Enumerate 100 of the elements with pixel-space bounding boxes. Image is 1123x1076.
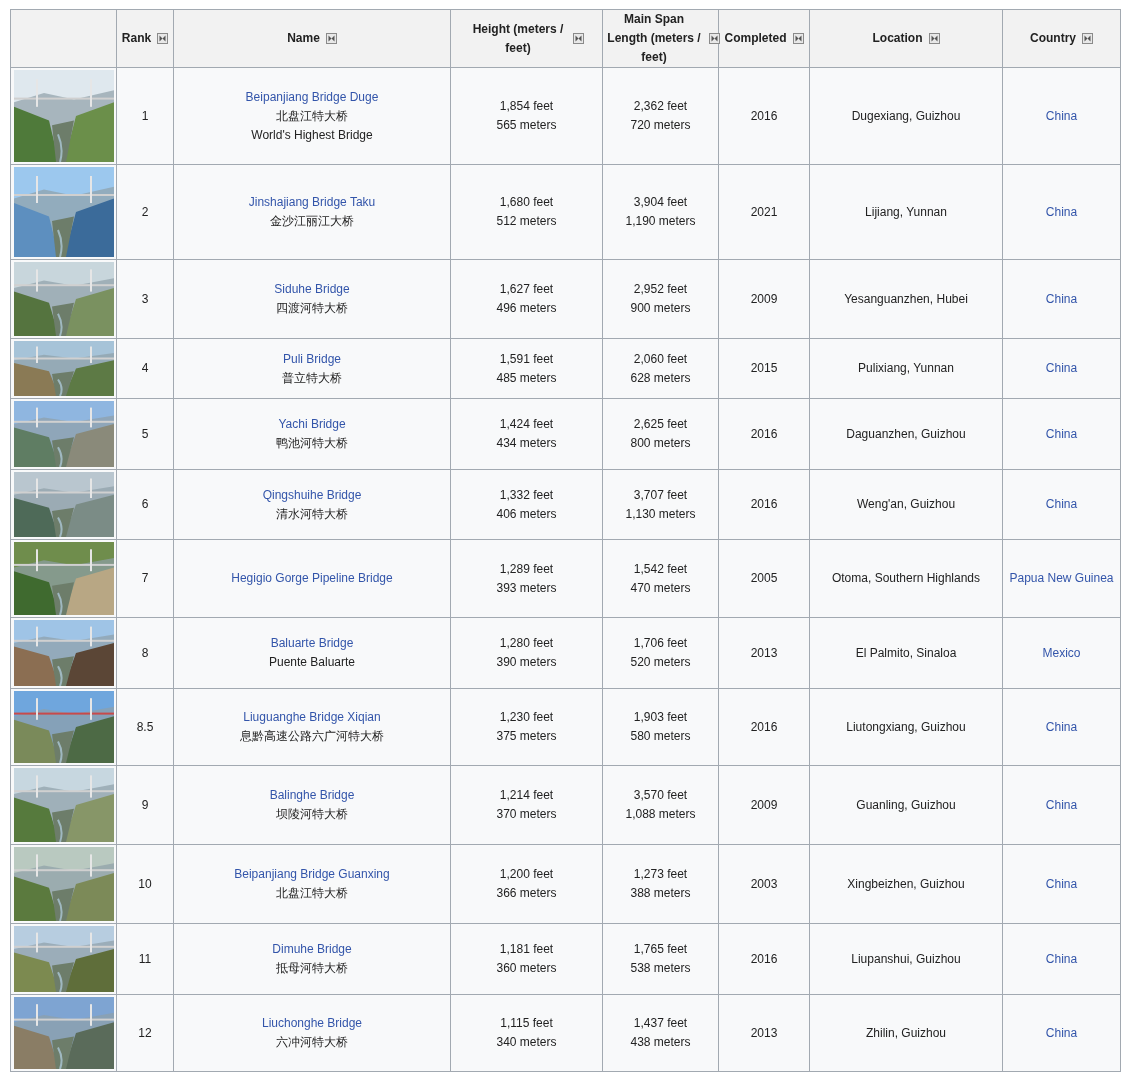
bridge-link[interactable]: Puli Bridge: [283, 349, 341, 369]
country-link[interactable]: China: [1045, 1023, 1078, 1043]
rank-text: 4: [141, 361, 149, 375]
sort-icon[interactable]: [792, 33, 804, 45]
column-header: Height (meters / feet): [471, 20, 565, 57]
height-value: 1,214 feet: [498, 787, 555, 804]
span-value: 1,273 feet: [632, 866, 689, 883]
column-header: Name: [287, 30, 320, 48]
year-text: 2016: [750, 108, 778, 123]
sort-icon[interactable]: [325, 33, 337, 45]
local-name: 六冲河特大桥: [275, 1034, 349, 1051]
height-value: 496 meters: [495, 300, 558, 317]
local-name: Puente Baluarte: [267, 654, 357, 671]
rank-text: 3: [141, 291, 149, 306]
location-text: Lijiang, Yunnan: [865, 204, 947, 219]
location-text: Daguanzhen, Guizhou: [846, 426, 966, 441]
year-text: 2009: [750, 291, 778, 306]
country-link[interactable]: China: [1045, 202, 1078, 222]
height-value: 340 meters: [495, 1034, 558, 1051]
height-value: 512 meters: [495, 213, 558, 230]
bridge-link[interactable]: Liuchonghe Bridge: [261, 1014, 363, 1033]
height-value: 1,332 feet: [498, 486, 555, 504]
country-link[interactable]: China: [1045, 874, 1078, 894]
location-text: Liupanshui, Guizhou: [851, 951, 961, 966]
span-value: 3,707 feet: [632, 486, 689, 504]
span-value: 800 meters: [629, 435, 692, 452]
local-name: 鸭池河特大桥: [275, 435, 349, 452]
height-value: 393 meters: [495, 579, 558, 597]
country-link[interactable]: Mexico: [1042, 643, 1081, 663]
column-header: Rank: [121, 30, 152, 48]
bridge-link[interactable]: Baluarte Bridge: [270, 634, 354, 653]
bridge-link[interactable]: Balinghe Bridge: [269, 786, 355, 805]
column-header: Country: [1030, 30, 1076, 48]
country-link[interactable]: China: [1045, 949, 1078, 969]
height-value: 565 meters: [495, 117, 558, 134]
span-value: 3,570 feet: [632, 787, 689, 804]
country-link[interactable]: China: [1045, 359, 1078, 378]
rank-text: 8: [141, 645, 149, 660]
year-text: 2009: [750, 797, 778, 812]
span-value: 388 meters: [629, 885, 692, 902]
country-link[interactable]: China: [1045, 289, 1078, 309]
local-name: 清水河特大桥: [275, 505, 349, 523]
height-value: 1,854 feet: [498, 98, 555, 115]
year-text: 2013: [750, 1025, 778, 1040]
height-value: 1,424 feet: [498, 416, 555, 433]
span-value: 520 meters: [629, 654, 692, 671]
bridge-link[interactable]: Siduhe Bridge: [274, 280, 350, 299]
local-name: 金沙江丽江大桥: [269, 213, 355, 230]
column-header: Location: [872, 30, 923, 48]
local-name: 坝陵河特大桥: [275, 806, 349, 823]
bridge-link[interactable]: Beipanjiang Bridge Guanxing: [234, 865, 390, 884]
local-name: 普立特大桥: [281, 369, 343, 387]
year-text: 2015: [750, 361, 778, 375]
sort-icon[interactable]: [157, 33, 169, 45]
span-value: 3,904 feet: [632, 194, 689, 211]
height-value: 1,627 feet: [498, 281, 555, 298]
height-value: 1,115 feet: [499, 1015, 554, 1032]
bridge-link[interactable]: Dimuhe Bridge: [272, 940, 352, 959]
year-text: 2016: [750, 951, 778, 966]
height-value: 1,289 feet: [498, 560, 555, 578]
span-value: 1,542 feet: [632, 560, 689, 578]
span-value: 628 meters: [629, 369, 692, 387]
sort-icon[interactable]: [709, 33, 720, 44]
country-link[interactable]: China: [1045, 495, 1078, 514]
column-header: Completed: [724, 30, 787, 48]
span-value: 1,190 meters: [624, 213, 697, 230]
height-value: 1,591 feet: [498, 350, 555, 368]
span-value: 1,437 feet: [632, 1015, 689, 1032]
span-value: 580 meters: [629, 728, 692, 745]
location-text: El Palmito, Sinaloa: [855, 645, 957, 660]
bridge-link[interactable]: Liuguanghe Bridge Xiqian: [243, 708, 381, 727]
bridge-link[interactable]: Qingshuihe Bridge: [262, 485, 362, 505]
country-link[interactable]: China: [1045, 795, 1078, 815]
bridge-link[interactable]: Hegigio Gorge Pipeline Bridge: [231, 569, 393, 588]
column-header: Main Span Length (meters / feet): [606, 11, 702, 66]
span-value: 1,765 feet: [632, 941, 689, 958]
span-value: 2,952 feet: [632, 281, 689, 298]
height-value: 1,200 feet: [498, 866, 555, 883]
country-link[interactable]: China: [1045, 424, 1078, 444]
sort-icon[interactable]: [573, 33, 584, 44]
country-link[interactable]: China: [1045, 717, 1078, 737]
rank-text: 1: [141, 108, 149, 123]
year-text: 2016: [750, 719, 778, 734]
local-name: 抵母河特大桥: [275, 960, 349, 977]
height-value: 1,680 feet: [498, 194, 555, 211]
span-value: 2,625 feet: [632, 416, 689, 433]
bridge-link[interactable]: Yachi Bridge: [278, 415, 346, 434]
height-value: 1,230 feet: [498, 709, 555, 726]
location-text: Otoma, Southern Highlands: [831, 571, 981, 585]
bridge-link[interactable]: Beipanjiang Bridge Duge: [245, 87, 379, 107]
span-value: 538 meters: [629, 960, 692, 977]
country-link[interactable]: China: [1045, 106, 1078, 126]
year-text: 2005: [750, 571, 778, 585]
sort-icon[interactable]: [1082, 33, 1093, 45]
year-text: 2021: [750, 204, 778, 219]
local-name: 四渡河特大桥: [275, 300, 349, 317]
bridge-link[interactable]: Jinshajiang Bridge Taku: [248, 193, 376, 212]
height-value: 434 meters: [495, 435, 558, 452]
span-value: 2,362 feet: [632, 98, 689, 115]
sort-icon[interactable]: [928, 33, 940, 45]
